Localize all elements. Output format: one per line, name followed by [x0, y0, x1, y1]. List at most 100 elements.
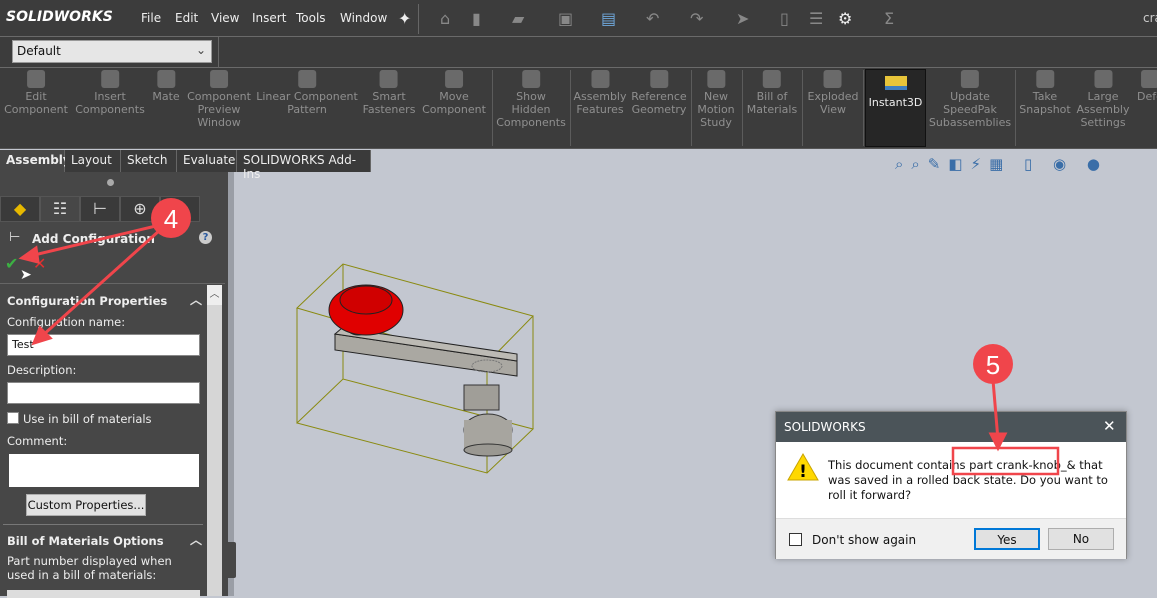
- scroll-up-icon[interactable]: ︿: [207, 285, 222, 305]
- rollback-dialog: SOLIDWORKS ✕ ! This document contains pa…: [775, 411, 1127, 559]
- ribbon-button-move-component[interactable]: Move Component: [422, 70, 486, 116]
- ribbon-separator: [802, 70, 803, 146]
- comment-textarea[interactable]: [9, 454, 199, 487]
- ribbon-separator: [492, 70, 493, 146]
- ribbon-command-icon: [210, 70, 228, 88]
- panel-title: Add Configuration: [32, 232, 155, 246]
- divider: [418, 4, 419, 34]
- ribbon-button-large-assembly-settings[interactable]: Large Assembly Settings: [1076, 70, 1130, 129]
- ribbon-button-label: Large Assembly Settings: [1076, 90, 1130, 129]
- ribbon-button-label: Bill of Materials: [746, 90, 798, 116]
- tab-dimxpert[interactable]: ⊕: [120, 196, 160, 222]
- ribbon-button-edit-component[interactable]: Edit Component: [4, 70, 68, 116]
- ribbon-button-label: Edit Component: [4, 90, 68, 116]
- no-button[interactable]: No: [1048, 528, 1114, 550]
- title-menu-bar: SOLIDWORKS File Edit View Insert Tools W…: [0, 0, 1157, 37]
- new-document-icon[interactable]: ▮: [472, 9, 481, 28]
- warning-icon: !: [787, 452, 819, 482]
- configuration-select[interactable]: Default ⌄: [12, 40, 212, 63]
- dont-show-again-label: Don't show again: [812, 533, 917, 547]
- tab-display-manager[interactable]: [160, 196, 200, 222]
- tab-solidworks-add-ins[interactable]: SOLIDWORKS Add-Ins: [237, 150, 371, 181]
- tab-layout[interactable]: Layout: [65, 150, 121, 172]
- ribbon-button-insert-components[interactable]: Insert Components: [75, 70, 145, 116]
- menu-file[interactable]: File: [141, 11, 161, 25]
- ribbon-command-icon: [1094, 70, 1112, 88]
- sigma-icon[interactable]: Σ: [884, 9, 894, 28]
- tab-sketch[interactable]: Sketch: [121, 150, 177, 172]
- configuration-name-label: Configuration name:: [7, 315, 126, 329]
- crank-assembly-model[interactable]: [280, 250, 550, 480]
- configuration-name-input[interactable]: Test: [7, 334, 200, 356]
- ribbon-button-bill-of-materials[interactable]: Bill of Materials: [747, 70, 797, 116]
- ribbon-button-label: Insert Components: [75, 90, 145, 116]
- collapse-chevron-icon[interactable]: ︿: [190, 531, 202, 548]
- ribbon-button-label: Exploded View: [807, 90, 859, 116]
- dont-show-again-checkbox[interactable]: [789, 533, 802, 546]
- tab-configuration-manager[interactable]: ⊢: [80, 196, 120, 222]
- ribbon-button-assembly-features[interactable]: Assembly Features: [573, 70, 627, 116]
- selected-value: Default: [17, 44, 61, 58]
- description-input[interactable]: [7, 382, 200, 404]
- home-icon[interactable]: ⌂: [440, 9, 450, 28]
- ribbon-button-take-snapshot[interactable]: Take Snapshot: [1019, 70, 1071, 116]
- ribbon-command-icon: [157, 70, 175, 88]
- ribbon-command-icon: [297, 70, 316, 88]
- use-in-bom-checkbox[interactable]: [7, 412, 19, 424]
- select-icon[interactable]: ➤: [736, 9, 749, 28]
- menu-view[interactable]: View: [211, 11, 239, 25]
- custom-properties-button[interactable]: Custom Properties...: [26, 494, 146, 516]
- collapse-chevron-icon[interactable]: ︿: [190, 291, 202, 308]
- instant3d-ruler-icon: [884, 76, 907, 90]
- divider: [0, 283, 225, 284]
- property-manager-panel: ◆ ☷ ⊢ ⊕ ⊢ Add Configuration ? ✔ ✕ ➤ Conf…: [0, 172, 228, 598]
- ribbon-command-icon: [1036, 70, 1054, 88]
- ribbon-separator: [742, 70, 743, 146]
- panel-scrollbar[interactable]: ︿: [207, 285, 222, 596]
- comment-label: Comment:: [7, 434, 68, 448]
- file-properties-icon[interactable]: ☰: [809, 9, 823, 28]
- tab-feature-manager[interactable]: ◆: [0, 196, 40, 222]
- close-icon[interactable]: ✕: [1103, 417, 1116, 435]
- cancel-x-icon[interactable]: ✕: [33, 254, 46, 273]
- menu-insert[interactable]: Insert: [252, 11, 286, 25]
- ribbon-button-update-speedpak-subassemblies[interactable]: Update SpeedPak Subassemblies: [929, 70, 1011, 129]
- ribbon-button-exploded-view[interactable]: Exploded View: [807, 70, 859, 116]
- section-bom-options: Bill of Materials Options: [7, 534, 164, 548]
- redo-icon[interactable]: ↷: [690, 9, 703, 28]
- yes-button[interactable]: Yes: [974, 528, 1040, 550]
- save-icon[interactable]: ▣: [558, 9, 573, 28]
- feature-tree-icon: ◆: [13, 199, 27, 218]
- ribbon-button-reference-geometry[interactable]: Reference Geometry: [631, 70, 687, 116]
- help-icon[interactable]: ?: [199, 231, 212, 244]
- divider: [3, 524, 203, 525]
- tab-evaluate[interactable]: Evaluate: [177, 150, 237, 172]
- open-icon[interactable]: ▰: [512, 9, 524, 28]
- ribbon-button-mate[interactable]: Mate: [152, 70, 180, 103]
- menu-window[interactable]: Window: [340, 11, 387, 25]
- ribbon-button-new-motion-study[interactable]: New Motion Study: [697, 70, 735, 129]
- menu-tools[interactable]: Tools: [296, 11, 326, 25]
- tab-assembly[interactable]: Assembly: [0, 150, 71, 172]
- gear-icon[interactable]: ⚙: [838, 9, 852, 28]
- heads-up-view-toolbar[interactable]: ⌕⌕✎◧⚡▦ ▯ ◉ ●: [895, 155, 1108, 173]
- command-manager-ribbon: Edit Component Insert Components Mate Compo…: [0, 68, 1157, 149]
- ribbon-button-linear-component-pattern[interactable]: Linear Component Pattern: [256, 70, 358, 116]
- part-number-select[interactable]: [7, 590, 200, 598]
- ribbon-button-instant3d[interactable]: Instant3D: [865, 69, 926, 147]
- ok-check-icon[interactable]: ✔: [5, 254, 18, 273]
- print-icon[interactable]: ▤: [601, 9, 616, 28]
- ribbon-button-defe[interactable]: Defe: [1137, 70, 1157, 103]
- ribbon-button-smart-fasteners[interactable]: Smart Fasteners: [363, 70, 415, 116]
- ribbon-button-show-hidden-components[interactable]: Show Hidden Components: [496, 70, 566, 129]
- dialog-title-bar: SOLIDWORKS: [776, 412, 1126, 442]
- panel-splitter[interactable]: [228, 172, 234, 596]
- ribbon-button-component-preview-window[interactable]: Component Preview Window: [187, 70, 251, 129]
- menu-edit[interactable]: Edit: [175, 11, 198, 25]
- pin-icon[interactable]: ✦: [398, 9, 411, 28]
- rebuild-icon[interactable]: ▯: [780, 9, 789, 28]
- tab-property-manager[interactable]: ☷: [40, 196, 80, 222]
- undo-icon[interactable]: ↶: [646, 9, 659, 28]
- panel-grip[interactable]: [107, 179, 114, 186]
- splitter-handle[interactable]: [226, 542, 236, 578]
